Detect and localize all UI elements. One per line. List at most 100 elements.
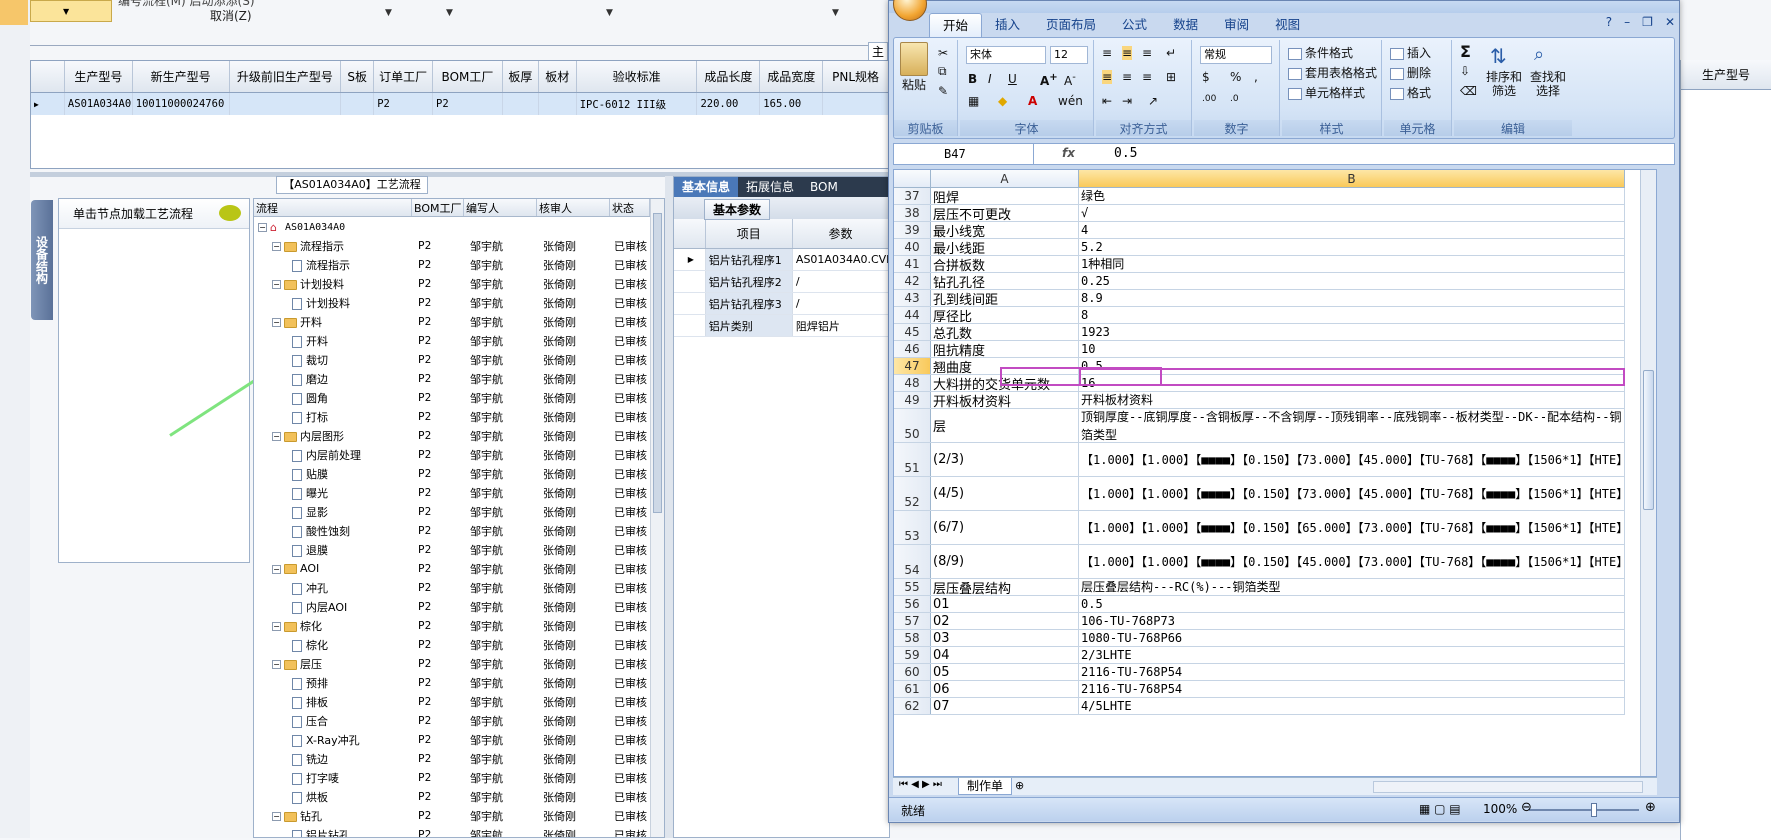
tree-node[interactable]: − 流程指示 P2 邹宇航 张倚刚 已审核 [254,236,664,255]
row-number[interactable]: 56 [894,596,931,612]
format-as-table-button[interactable]: 套用表格格式 [1288,64,1377,81]
tree-node[interactable]: 磨边 P2 邹宇航 张倚刚 已审核 [254,369,664,388]
col-header[interactable]: 新生产型号 [133,61,230,92]
tree-scroll-thumb[interactable] [653,213,662,513]
tree-node[interactable]: 棕化 P2 邹宇航 张倚刚 已审核 [254,635,664,654]
col-header[interactable]: 成品长度 [697,61,761,92]
zoom-slider[interactable] [1529,809,1639,811]
cell-b[interactable]: 10 [1079,341,1625,357]
cell-a[interactable]: 最小线距 [931,239,1079,255]
col-header[interactable]: PNL规格 [823,61,889,92]
align-right-icon[interactable]: ≡ [1142,70,1152,84]
tree-node[interactable]: − 钻孔 P2 邹宇航 张倚刚 已审核 [254,806,664,825]
merge-icon[interactable]: ⊞ [1166,70,1176,84]
paste-icon[interactable] [900,42,928,76]
cell[interactable]: 220.00 [697,93,761,115]
param-row[interactable]: 铝片钻孔程序2/ [674,271,890,293]
tree-node[interactable]: 铣边 P2 邹宇航 张倚刚 已审核 [254,749,664,768]
col-header[interactable]: 流程 [254,199,412,216]
cell-a[interactable]: (2/3) [931,443,1079,476]
cancel-label[interactable]: 取消(Z) [210,7,252,24]
tab-extended-info[interactable]: 拓展信息 [738,177,802,197]
param-row[interactable]: 铝片类别 阻焊铝片 [674,315,890,337]
collapse-icon[interactable]: − [272,242,281,251]
cell[interactable] [341,93,375,115]
cell-a[interactable]: 层 [931,409,1079,442]
cell[interactable] [503,93,539,115]
col-header[interactable]: 成品宽度 [760,61,824,92]
border-icon[interactable]: ▦ [968,94,979,108]
cell-b[interactable]: 【1.000】【1.000】【■■■■】【0.150】【73.000】【45.0… [1079,477,1625,510]
row-number[interactable]: 44 [894,307,931,323]
tab-page-layout[interactable]: 页面布局 [1033,13,1109,37]
col-header[interactable]: 状态 [610,199,650,216]
col-header[interactable]: 验收标准 [577,61,698,92]
new-sheet-icon[interactable]: ⊕ [1015,779,1024,792]
phonetic-icon[interactable]: wén [1058,94,1083,108]
view-buttons[interactable]: ▦ ▢ ▤ [1419,802,1461,816]
row-number[interactable]: 53 [894,511,931,544]
collapse-icon[interactable]: − [272,318,281,327]
param-item[interactable]: 铝片钻孔程序1 [705,249,793,270]
cell-a[interactable]: 层压叠层结构 [931,579,1079,595]
cell-a[interactable]: 01 [931,596,1079,612]
tree-node[interactable]: 烘板 P2 邹宇航 张倚刚 已审核 [254,787,664,806]
cell-a[interactable]: (8/9) [931,545,1079,578]
find-select-icon[interactable]: ⌕ [1534,44,1544,65]
cell[interactable]: 10011000024760 [133,93,230,115]
formula-input[interactable]: 0.5 [1114,144,1137,164]
cell-b[interactable]: 1923 [1079,324,1625,340]
tree-node[interactable]: − 层压 P2 邹宇航 张倚刚 已审核 [254,654,664,673]
col-header[interactable]: BOM工厂 [433,61,503,92]
cell-styles-button[interactable]: 单元格样式 [1288,84,1365,101]
cell-b[interactable]: 【1.000】【1.000】【■■■■】【0.150】【73.000】【45.0… [1079,443,1625,476]
fx-icon[interactable]: fx [1062,146,1075,160]
format-cells-button[interactable]: 格式 [1390,84,1431,101]
cell-b[interactable]: 顶铜厚度--底铜厚度--含铜板厚--不含铜厚--顶残铜率--底残铜率--板材类型… [1079,409,1625,442]
cell[interactable]: AS01A034A0 [65,93,133,115]
param-row[interactable]: ▶ 铝片钻孔程序1 AS01A034A0.CVI [674,249,890,271]
number-format-select[interactable]: 常规 [1200,46,1272,64]
cell[interactable]: 165.00 [760,93,824,115]
param-item[interactable]: 铝片钻孔程序3 [705,293,793,314]
cell-b[interactable]: 绿色 [1079,188,1625,204]
cell-b[interactable]: 2116-TU-768P54 [1079,681,1625,697]
param-value[interactable]: / [793,293,890,314]
row-number[interactable]: 55 [894,579,931,595]
row-number[interactable]: 54 [894,545,931,578]
orientation-icon[interactable]: ↗ [1148,94,1158,108]
cell-a[interactable]: 02 [931,613,1079,629]
tab-home[interactable]: 开始 [929,13,983,37]
percent-icon[interactable]: % [1230,70,1241,84]
col-header[interactable]: 参数 [793,219,889,248]
insert-cells-button[interactable]: 插入 [1390,44,1431,61]
autosum-icon[interactable]: Σ [1460,42,1471,61]
chevron-down-icon[interactable]: ▼ [606,8,613,18]
tree-node[interactable]: 圆角 P2 邹宇航 张倚刚 已审核 [254,388,664,407]
row-number[interactable]: 51 [894,443,931,476]
tree-node[interactable]: 贴膜 P2 邹宇航 张倚刚 已审核 [254,464,664,483]
tree-node[interactable]: 冲孔 P2 邹宇航 张倚刚 已审核 [254,578,664,597]
cell-b[interactable]: 开料板材资料 [1079,392,1625,408]
cell-b[interactable]: 106-TU-768P73 [1079,613,1625,629]
cell-b[interactable]: √ [1079,205,1625,221]
align-middle-icon[interactable]: ≡ [1122,46,1133,60]
sheet-tab[interactable]: 制作单 [958,778,1013,795]
tree-node[interactable]: 曝光 P2 邹宇航 张倚刚 已审核 [254,483,664,502]
cell-a[interactable]: 05 [931,664,1079,680]
cell-a[interactable]: 阻抗精度 [931,341,1079,357]
tree-node[interactable]: 内层前处理 P2 邹宇航 张倚刚 已审核 [254,445,664,464]
chevron-down-icon[interactable]: ▼ [385,8,392,18]
row-number[interactable]: 59 [894,647,931,663]
cell[interactable] [230,93,342,115]
cell-b[interactable]: 8.9 [1079,290,1625,306]
cell[interactable] [539,93,577,115]
sort-filter-icon[interactable]: ⇅ [1490,44,1507,68]
col-header[interactable]: 生产型号 [65,61,133,92]
cell-a[interactable]: 开料板材资料 [931,392,1079,408]
row-number[interactable]: 57 [894,613,931,629]
table-row[interactable]: ▶ AS01A034A0 10011000024760 P2 P2 IPC-60… [31,93,889,115]
row-number[interactable]: 61 [894,681,931,697]
row-number[interactable]: 41 [894,256,931,272]
tree-node[interactable]: 打标 P2 邹宇航 张倚刚 已审核 [254,407,664,426]
